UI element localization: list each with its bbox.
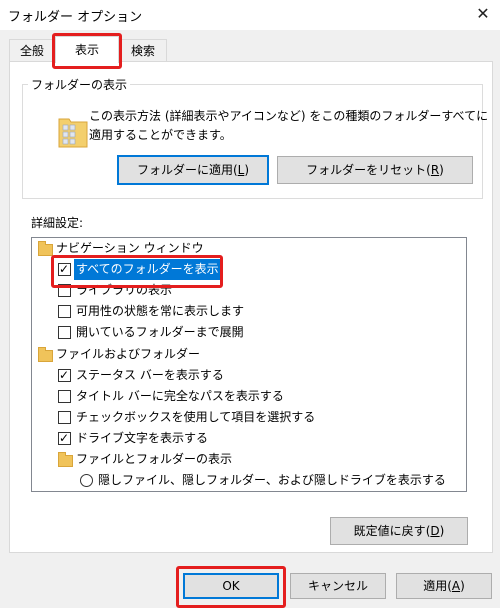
tree-item-label: ステータス バーを表示する xyxy=(76,368,224,382)
reset-folders-key: R xyxy=(430,163,440,177)
checkbox-icon[interactable] xyxy=(58,326,71,339)
tree-item-label: ライブラリの表示 xyxy=(76,283,173,297)
ok-label: OK xyxy=(222,579,240,593)
checkbox-icon[interactable] xyxy=(58,284,71,297)
tree-item-expand-to-open-folder[interactable]: 開いているフォルダーまで展開 xyxy=(32,322,466,343)
tree-item-label: ファイルおよびフォルダー xyxy=(56,347,201,361)
tree-item-label: 隠しファイル、隠しフォルダー、および隠しドライブを表示する xyxy=(98,473,446,487)
folder-view-description-2: 適用することができます。 xyxy=(89,128,232,142)
apply-button[interactable]: 適用(A) xyxy=(396,573,492,599)
apply-to-folders-button[interactable]: フォルダーに適用(L) xyxy=(117,155,269,185)
tab-general-label: 全般 xyxy=(19,44,44,58)
tab-general[interactable]: 全般 xyxy=(9,39,55,62)
tab-search[interactable]: 検索 xyxy=(119,39,167,62)
cancel-label: キャンセル xyxy=(307,579,368,593)
advanced-settings-list[interactable]: ナビゲーション ウィンドウ すべてのフォルダーを表示 ライブラリの表示 可用性の… xyxy=(31,237,467,492)
tree-item-show-hidden-files[interactable]: 隠しファイル、隠しフォルダー、および隠しドライブを表示する xyxy=(32,470,466,491)
folder-view-legend: フォルダーの表示 xyxy=(28,76,131,93)
ok-button[interactable]: OK xyxy=(183,573,279,599)
tree-item-label: ナビゲーション ウィンドウ xyxy=(56,241,204,255)
tab-view[interactable]: 表示 xyxy=(55,36,119,63)
tree-item-label: ファイルとフォルダーの表示 xyxy=(76,452,233,466)
checkbox-icon[interactable] xyxy=(58,390,71,403)
apply-label: 適用 xyxy=(423,579,448,593)
checkbox-icon[interactable] xyxy=(58,411,71,424)
radio-icon[interactable] xyxy=(80,474,93,487)
tree-category-files-and-folders[interactable]: ファイルおよびフォルダー xyxy=(32,344,466,365)
apply-to-folders-label: フォルダーに適用 xyxy=(136,163,233,177)
title-bar: フォルダー オプション ✕ xyxy=(0,0,500,30)
checkbox-checked-icon[interactable] xyxy=(58,365,71,386)
close-icon[interactable]: ✕ xyxy=(466,0,500,30)
tree-item-show-status-bar[interactable]: ステータス バーを表示する xyxy=(32,365,466,386)
tree-item-label: 開いているフォルダーまで展開 xyxy=(76,325,244,339)
tree-item-label: 可用性の状態を常に表示します xyxy=(76,304,245,318)
tree-category-navigation-pane[interactable]: ナビゲーション ウィンドウ xyxy=(32,238,466,259)
reset-folders-label: フォルダーをリセット xyxy=(306,163,427,177)
tree-item-label: ドライブ文字を表示する xyxy=(76,431,209,445)
restore-defaults-button[interactable]: 既定値に戻す(D) xyxy=(330,517,468,545)
tree-item-label: タイトル バーに完全なパスを表示する xyxy=(76,389,284,403)
advanced-settings-label: 詳細設定: xyxy=(31,216,84,230)
tree-item-show-all-folders[interactable]: すべてのフォルダーを表示 xyxy=(32,259,466,280)
checkbox-checked-icon[interactable] xyxy=(58,428,71,449)
restore-defaults-key: D xyxy=(430,524,440,538)
folder-icon xyxy=(38,347,53,362)
apply-key: A xyxy=(451,579,461,593)
folder-view-description-1: この表示方法 (詳細表示やアイコンなど) をこの種類のフォルダーすべてに xyxy=(89,109,489,123)
tab-view-label: 表示 xyxy=(74,43,99,57)
tree-item-availability-status[interactable]: 可用性の状態を常に表示します xyxy=(32,301,466,322)
cancel-button[interactable]: キャンセル xyxy=(290,573,386,599)
window-title: フォルダー オプション xyxy=(8,10,143,25)
tree-item-label: すべてのフォルダーを表示 xyxy=(74,259,221,280)
tree-item-full-path-title-bar[interactable]: タイトル バーに完全なパスを表示する xyxy=(32,386,466,407)
reset-folders-button[interactable]: フォルダーをリセット(R) xyxy=(277,156,473,184)
folder-icon xyxy=(58,452,73,467)
folder-grid-icon xyxy=(57,113,89,149)
restore-defaults-label: 既定値に戻す xyxy=(353,524,426,538)
folder-icon xyxy=(38,241,53,256)
tree-item-label: チェックボックスを使用して項目を選択する xyxy=(76,410,316,424)
tree-item-show-drive-letters[interactable]: ドライブ文字を表示する xyxy=(32,428,466,449)
tab-search-label: 検索 xyxy=(130,44,155,58)
tree-item-show-libraries[interactable]: ライブラリの表示 xyxy=(32,280,466,301)
apply-to-folders-key: L xyxy=(237,163,245,177)
tree-category-hidden-files[interactable]: ファイルとフォルダーの表示 xyxy=(32,449,466,470)
checkbox-icon[interactable] xyxy=(58,305,71,318)
checkbox-checked-icon[interactable] xyxy=(58,259,71,280)
tree-item-use-check-boxes[interactable]: チェックボックスを使用して項目を選択する xyxy=(32,407,466,428)
